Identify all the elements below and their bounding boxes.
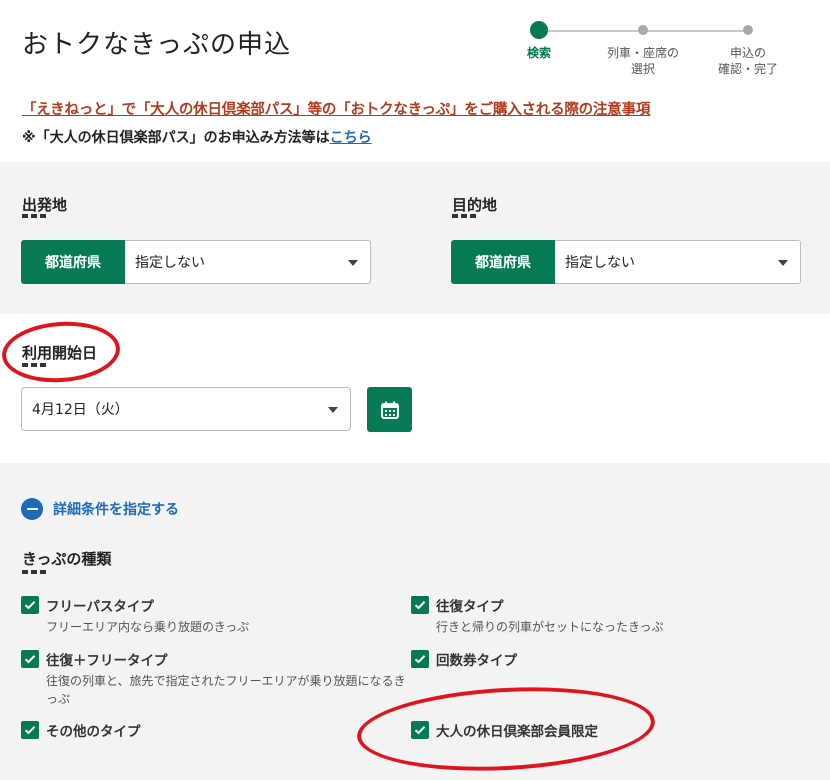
checkbox-desc: 行きと帰りの列車がセットになったきっぷ <box>436 620 664 634</box>
destination-select-value: 指定しない <box>565 255 635 271</box>
check-icon <box>414 726 426 735</box>
page-title: おトクなきっぷの申込 <box>22 30 291 60</box>
departure-label: 出発地 <box>22 196 68 214</box>
start-date-select[interactable]: 4月12日（火） <box>21 387 351 431</box>
destination-select[interactable]: 指定しない <box>555 240 801 284</box>
step-label-confirm: 申込の 確認・完了 <box>717 46 778 76</box>
chevron-down-icon <box>348 260 358 266</box>
checkbox-member[interactable] <box>411 721 429 739</box>
checkbox-desc: フリーエリア内なら乗り放題のきっぷ <box>46 620 250 634</box>
start-date-value: 4月12日（火） <box>32 402 129 418</box>
check-icon <box>414 655 426 664</box>
check-icon <box>24 655 36 664</box>
progress-stepper: 検索 列車・座席の 選択 申込の 確認・完了 <box>480 0 820 90</box>
destination-label-underline <box>452 214 478 218</box>
checkbox-freepass[interactable] <box>21 596 39 614</box>
notice-link[interactable]: 「えきねっと」で「大人の休日倶楽部パス」等の「おトクなきっぷ」をご購入される際の… <box>22 98 650 119</box>
departure-select-value: 指定しない <box>135 255 205 271</box>
ticket-type-freepass[interactable]: フリーパスタイプ フリーエリア内なら乗り放題のきっぷ <box>21 595 249 636</box>
ticket-type-coupon[interactable]: 回数券タイプ <box>411 649 517 669</box>
checkbox-roundtrip[interactable] <box>411 596 429 614</box>
check-icon <box>24 726 36 735</box>
ticket-type-member[interactable]: 大人の休日倶楽部会員限定 <box>411 720 598 740</box>
check-icon <box>24 601 36 610</box>
step-label-search: 検索 <box>526 46 551 60</box>
note-link[interactable]: こちら <box>330 130 372 146</box>
departure-label-underline <box>22 214 48 218</box>
departure-prefecture-button[interactable]: 都道府県 <box>21 240 125 284</box>
detail-toggle-label: 詳細条件を指定する <box>53 502 179 518</box>
chevron-down-icon <box>778 260 788 266</box>
destination-label: 目的地 <box>452 196 498 214</box>
check-icon <box>414 601 426 610</box>
ticket-type-roundtrip[interactable]: 往復タイプ 行きと帰りの列車がセットになったきっぷ <box>411 595 664 636</box>
minus-circle-icon <box>21 498 43 520</box>
checkbox-other[interactable] <box>21 721 39 739</box>
start-date-label: 利用開始日 <box>22 344 98 362</box>
checkbox-desc: 往復の列車と、旅先で指定されたフリーエリアが乗り放題になるきっぷ <box>46 674 406 706</box>
checkbox-label: 大人の休日倶楽部会員限定 <box>436 724 598 740</box>
checkbox-label: 往復タイプ <box>436 599 504 615</box>
start-date-label-underline <box>22 363 48 367</box>
ticket-type-label-underline <box>22 570 48 574</box>
calendar-button[interactable] <box>367 387 412 432</box>
checkbox-label: 往復＋フリータイプ <box>46 653 168 669</box>
checkbox-label: フリーパスタイプ <box>46 599 154 615</box>
step-dot-select <box>638 25 648 35</box>
ticket-type-label: きっぷの種類 <box>22 550 112 568</box>
checkbox-label: 回数券タイプ <box>436 653 517 669</box>
note-text: ※「大人の休日倶楽部パス」のお申込み方法等はこちら <box>22 127 372 147</box>
destination-prefecture-button[interactable]: 都道府県 <box>451 240 555 284</box>
chevron-down-icon <box>328 407 338 413</box>
checkbox-roundtrip-free[interactable] <box>21 650 39 668</box>
checkbox-label: その他のタイプ <box>46 724 141 740</box>
step-dot-confirm <box>743 25 753 35</box>
note-prefix: ※「大人の休日倶楽部パス」のお申込み方法等は <box>22 130 330 146</box>
detail-toggle[interactable]: 詳細条件を指定する <box>21 498 179 520</box>
departure-select[interactable]: 指定しない <box>125 240 371 284</box>
checkbox-coupon[interactable] <box>411 650 429 668</box>
ticket-type-roundtrip-free[interactable]: 往復＋フリータイプ 往復の列車と、旅先で指定されたフリーエリアが乗り放題になるき… <box>21 649 421 708</box>
station-section <box>0 162 830 314</box>
calendar-icon <box>380 401 399 419</box>
ticket-type-other[interactable]: その他のタイプ <box>21 720 141 740</box>
step-label-select: 列車・座席の 選択 <box>606 46 679 76</box>
step-dot-search <box>530 21 548 39</box>
